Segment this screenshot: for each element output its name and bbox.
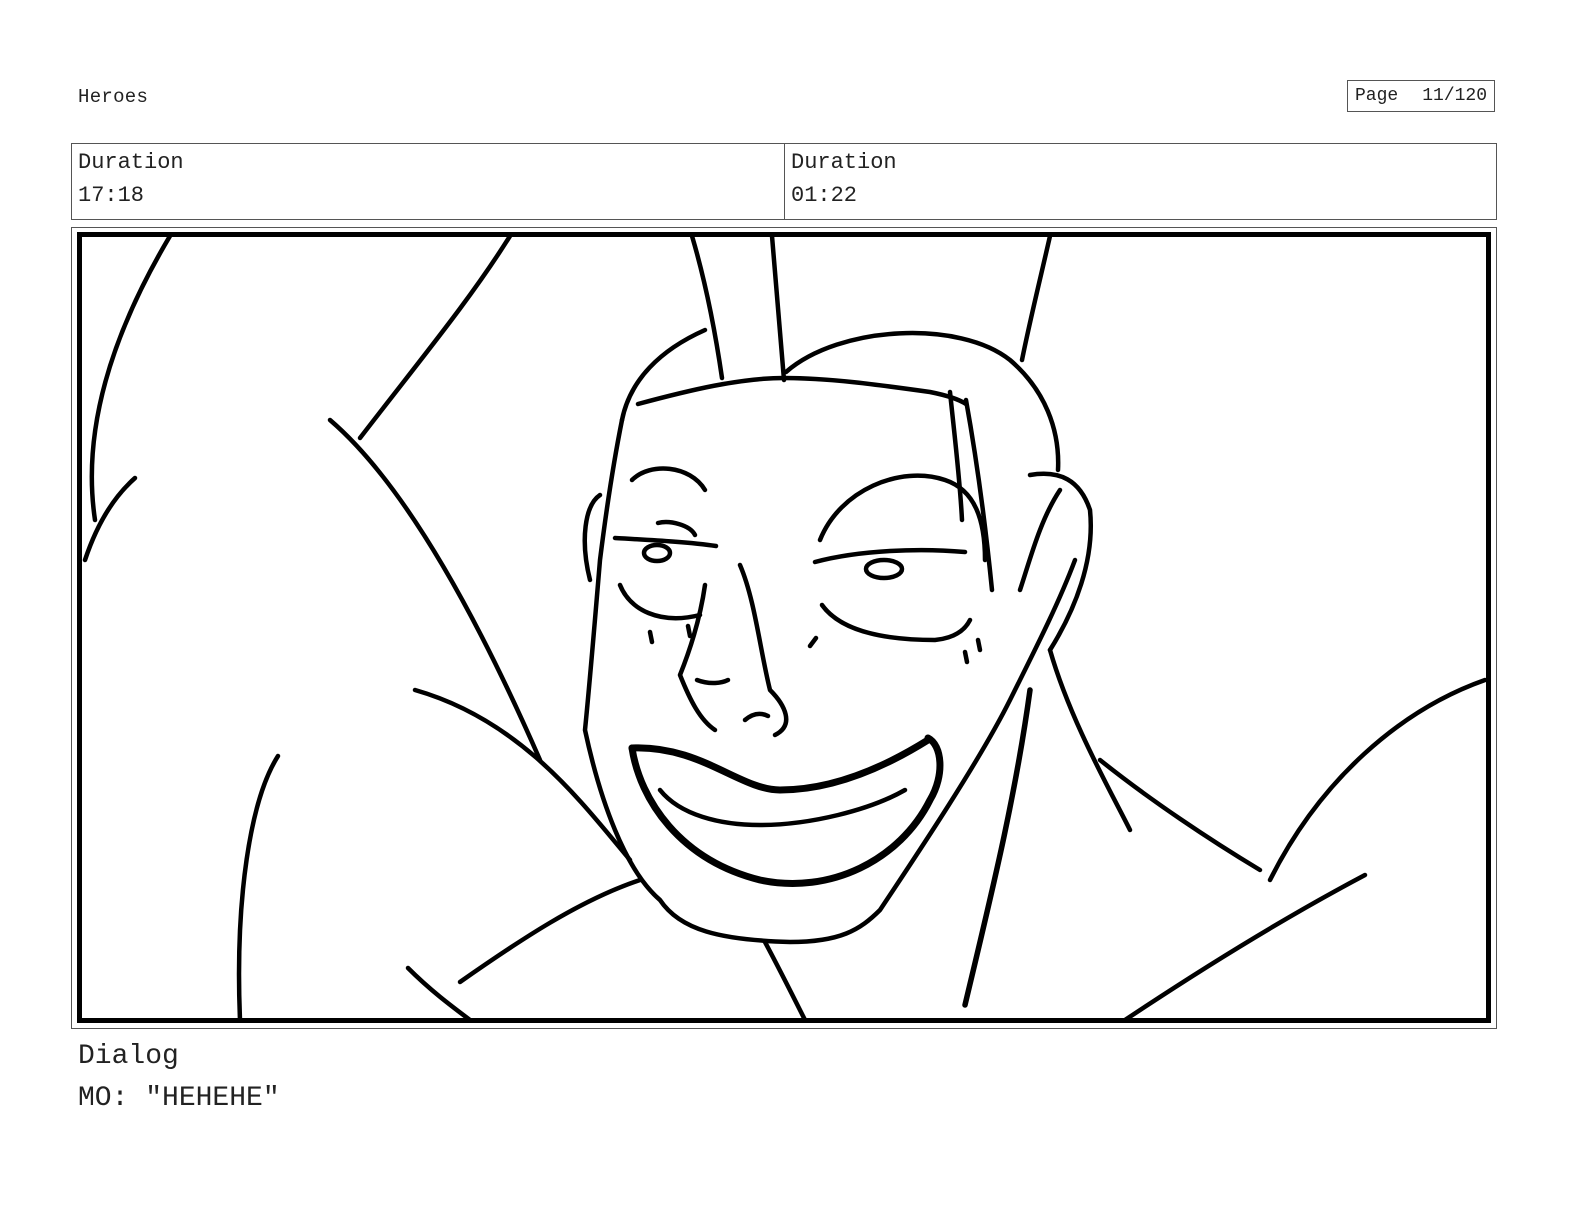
sketch-line	[629, 466, 708, 493]
sketch-line	[975, 637, 983, 653]
sketch-line	[1267, 677, 1486, 883]
sketch-line	[762, 939, 807, 1018]
sketch-line	[617, 582, 703, 621]
sketch-line	[657, 787, 908, 828]
right-eye	[863, 557, 905, 581]
sketch-line	[962, 649, 970, 665]
dialog-text: MO: "HEHEHE"	[78, 1083, 280, 1114]
sketch-line	[635, 375, 969, 407]
page-indicator: Page 11/120	[1347, 80, 1495, 112]
sketch-line	[962, 687, 1033, 1008]
sketch-line	[89, 237, 173, 523]
sketch-line	[737, 562, 789, 738]
page-number: 11/120	[1422, 86, 1488, 106]
dialog-label: Dialog	[78, 1041, 179, 1072]
sketch-line	[1017, 487, 1063, 593]
left-eye	[641, 542, 673, 564]
sketch-line	[1019, 237, 1053, 363]
duration-cell-panel: Duration 01:22	[785, 144, 1496, 219]
duration-value: 01:22	[791, 183, 858, 208]
sketch-line	[647, 629, 655, 645]
sketch-line	[1027, 471, 1093, 653]
sketch-line	[619, 327, 708, 423]
sketch-line	[582, 417, 1078, 945]
sketch-line	[1047, 647, 1133, 833]
sketch-line	[405, 965, 472, 1018]
sketch-line	[742, 711, 771, 723]
sketch-line	[457, 877, 643, 985]
sketch-line	[769, 237, 787, 383]
storyboard-sketch	[82, 237, 1486, 1018]
project-title: Heroes	[78, 86, 149, 108]
storyboard-panel	[77, 232, 1491, 1023]
duration-cell-total: Duration 17:18	[72, 144, 785, 219]
duration-value: 17:18	[78, 183, 145, 208]
sketch-line	[327, 417, 543, 763]
sketch-line	[357, 237, 513, 441]
duration-table: Duration 17:18 Duration 01:22	[71, 143, 1497, 220]
duration-label: Duration	[78, 150, 184, 175]
sketch-line	[655, 519, 698, 538]
sketch-line	[783, 330, 1061, 473]
mouth-top	[628, 736, 932, 794]
sketch-line	[947, 389, 965, 523]
sketch-line	[689, 237, 725, 381]
sketch-line	[685, 623, 693, 639]
sketch-line	[807, 635, 819, 649]
duration-label: Duration	[791, 150, 897, 175]
sketch-line	[236, 753, 281, 1018]
sketch-line	[677, 582, 718, 733]
sketch-line	[694, 677, 731, 686]
sketch-line	[1123, 872, 1368, 1018]
sketch-line	[819, 602, 973, 643]
page-label: Page	[1355, 86, 1399, 106]
